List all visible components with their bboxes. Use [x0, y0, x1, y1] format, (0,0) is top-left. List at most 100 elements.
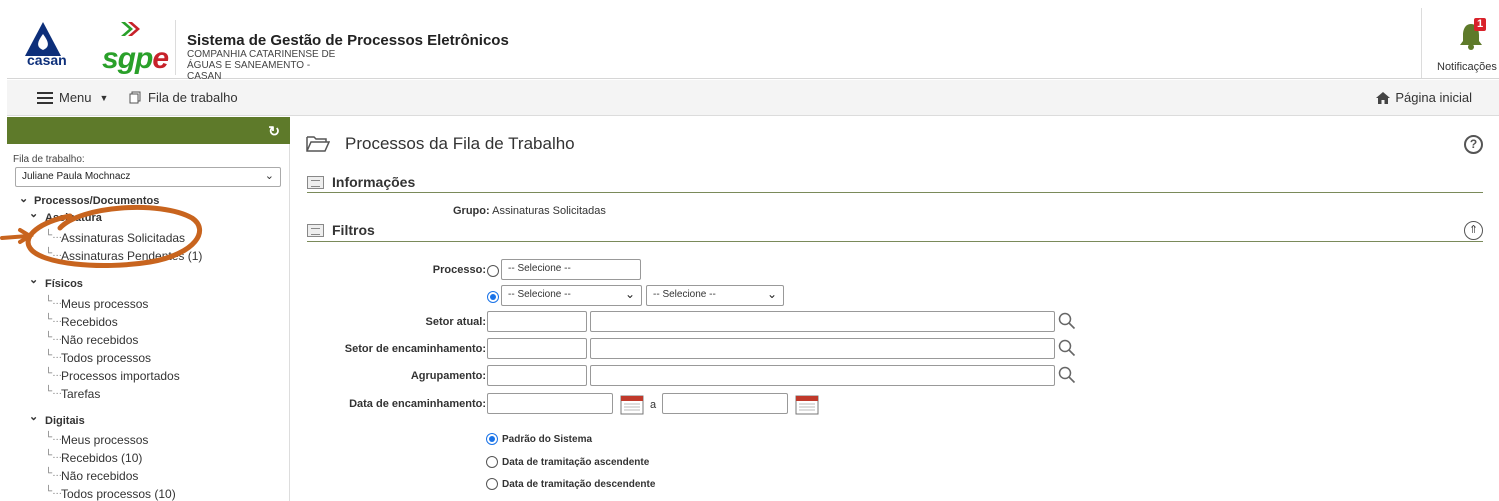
ordem-radio-asc[interactable] — [486, 456, 498, 468]
sgpe-logo-text: sgpe — [102, 42, 169, 75]
tree-digitais-item[interactable]: Não recebidos — [61, 469, 138, 483]
panel-icon — [307, 223, 324, 237]
tree-connector: └… — [45, 230, 63, 241]
collapse-up-icon[interactable]: ⇑ — [1464, 221, 1483, 240]
processo-select-value: -- Selecione -- — [508, 263, 571, 274]
hamburger-icon — [37, 91, 53, 104]
section-divider — [307, 192, 1483, 193]
fila-trabalho-link[interactable]: Fila de trabalho — [129, 90, 238, 105]
subtipo-select[interactable]: -- Selecione -- ⌄ — [646, 285, 784, 306]
tree-fisicos-item[interactable]: Tarefas — [61, 387, 100, 401]
caret-down-icon: ▼ — [99, 92, 109, 103]
search-icon[interactable] — [1058, 312, 1076, 330]
section-filtros[interactable]: Filtros — [307, 222, 375, 238]
folder-open-icon — [306, 136, 330, 152]
setor-encaminhamento-name-input[interactable] — [590, 338, 1055, 359]
section-informacoes[interactable]: Informações — [307, 174, 415, 190]
agrupamento-code-input[interactable] — [487, 365, 587, 386]
notifications-label[interactable]: Notificações — [1437, 61, 1497, 73]
tipo-select[interactable]: -- Selecione -- ⌄ — [501, 285, 642, 306]
chevron-down-icon[interactable]: ⌄ — [29, 410, 38, 423]
tree-connector: └… — [45, 314, 63, 325]
ordem-label-padrao: Padrão do Sistema — [502, 434, 593, 445]
tree-digitais-item[interactable]: Recebidos (10) — [61, 451, 142, 465]
data-inicio-input[interactable] — [487, 393, 613, 414]
tree-fisicos-item[interactable]: Todos processos — [61, 351, 151, 365]
setor-atual-code-input[interactable] — [487, 311, 587, 332]
tree-fisicos-item[interactable]: Processos importados — [61, 369, 180, 383]
section-divider — [307, 241, 1483, 242]
menu-button[interactable]: Menu ▼ — [37, 90, 108, 105]
chevron-down-icon[interactable]: ⌄ — [29, 273, 38, 286]
agrupamento-name-input[interactable] — [590, 365, 1055, 386]
sidebar-header-bar: ↻ — [7, 117, 290, 144]
notification-badge: 1 — [1474, 18, 1487, 31]
chevron-down-icon[interactable]: ⌄ — [29, 207, 38, 220]
system-title: Sistema de Gestão de Processos Eletrônic… — [187, 32, 509, 49]
notifications-divider — [1421, 8, 1422, 78]
search-icon[interactable] — [1058, 366, 1076, 384]
ordem-label-desc: Data de tramitação descendente — [502, 479, 656, 490]
panel-icon — [307, 175, 324, 189]
tree-connector: └… — [45, 468, 63, 479]
pagina-inicial-link[interactable]: Página inicial — [1376, 90, 1472, 105]
chevron-down-icon: ⌄ — [624, 287, 635, 301]
copy-icon — [129, 91, 141, 104]
pagina-inicial-label: Página inicial — [1395, 90, 1472, 105]
chevron-down-icon[interactable]: ⌄ — [19, 192, 28, 205]
tree-root[interactable]: Processos/Documentos — [34, 195, 159, 207]
subtipo-select-value: -- Selecione -- — [653, 289, 716, 300]
grupo-label: Grupo: — [453, 205, 490, 217]
processo-radio-numero[interactable] — [487, 265, 499, 277]
fila-select[interactable]: Juliane Paula Mochnacz ⌄ — [15, 167, 281, 187]
tree-fisicos-item[interactable]: Recebidos — [61, 315, 118, 329]
tree-assinatura[interactable]: Assinatura — [45, 212, 102, 224]
tree-digitais-item[interactable]: Todos processos (10) — [61, 487, 176, 501]
ordem-radio-padrao[interactable] — [486, 433, 498, 445]
calendar-icon[interactable] — [620, 393, 644, 415]
app-header: casan sgpe Sistema de Gestão de Processo… — [7, 8, 1499, 82]
grupo-info: Grupo: Assinaturas Solicitadas — [453, 205, 606, 217]
sgpe-arrow-icon — [121, 22, 140, 36]
ordem-radio-desc[interactable] — [486, 478, 498, 490]
tree-connector: └… — [45, 248, 63, 259]
tree-fisicos[interactable]: Físicos — [45, 278, 83, 290]
processo-select[interactable]: -- Selecione -- — [501, 259, 641, 280]
fila-select-value: Juliane Paula Mochnacz — [22, 171, 131, 182]
chevron-down-icon: ⌄ — [264, 170, 274, 182]
setor-encaminhamento-label: Setor de encaminhamento: — [344, 343, 486, 355]
setor-atual-name-input[interactable] — [590, 311, 1055, 332]
calendar-icon[interactable] — [795, 393, 819, 415]
agrupamento-label: Agrupamento: — [410, 370, 486, 382]
tree-assinaturas-pendentes[interactable]: Assinaturas Pendentes (1) — [61, 249, 202, 263]
page-title: Processos da Fila de Trabalho — [345, 134, 575, 153]
help-icon[interactable]: ? — [1464, 135, 1483, 154]
tree-connector: └… — [45, 486, 63, 497]
tree-fisicos-item[interactable]: Não recebidos — [61, 333, 138, 347]
data-fim-input[interactable] — [662, 393, 788, 414]
section-filtros-label: Filtros — [332, 222, 375, 238]
search-icon[interactable] — [1058, 339, 1076, 357]
refresh-icon[interactable]: ↻ — [268, 123, 280, 140]
processo-label: Processo: — [432, 264, 486, 276]
tipo-select-value: -- Selecione -- — [508, 289, 571, 300]
fila-trabalho-label: Fila de trabalho — [148, 90, 238, 105]
tree-fisicos-item[interactable]: Meus processos — [61, 297, 148, 311]
tree-digitais[interactable]: Digitais — [45, 415, 85, 427]
tree-connector: └… — [45, 332, 63, 343]
tree-assinaturas-solicitadas[interactable]: Assinaturas Solicitadas — [61, 231, 185, 245]
tree-digitais-item[interactable]: Meus processos — [61, 433, 148, 447]
date-range-separator: a — [650, 399, 657, 411]
data-encaminhamento-label: Data de encaminhamento: — [349, 398, 486, 410]
grupo-value: Assinaturas Solicitadas — [492, 205, 606, 217]
tree-connector: └… — [45, 386, 63, 397]
processo-radio-tipo[interactable] — [487, 291, 499, 303]
tree-connector: └… — [45, 350, 63, 361]
setor-atual-label: Setor atual: — [425, 316, 486, 328]
tree-connector: └… — [45, 368, 63, 379]
sidebar: ↻ Fila de trabalho: Juliane Paula Mochna… — [7, 117, 290, 501]
setor-encaminhamento-code-input[interactable] — [487, 338, 587, 359]
fila-select-label: Fila de trabalho: — [13, 154, 85, 165]
header-divider — [175, 20, 176, 75]
section-informacoes-label: Informações — [332, 174, 416, 190]
